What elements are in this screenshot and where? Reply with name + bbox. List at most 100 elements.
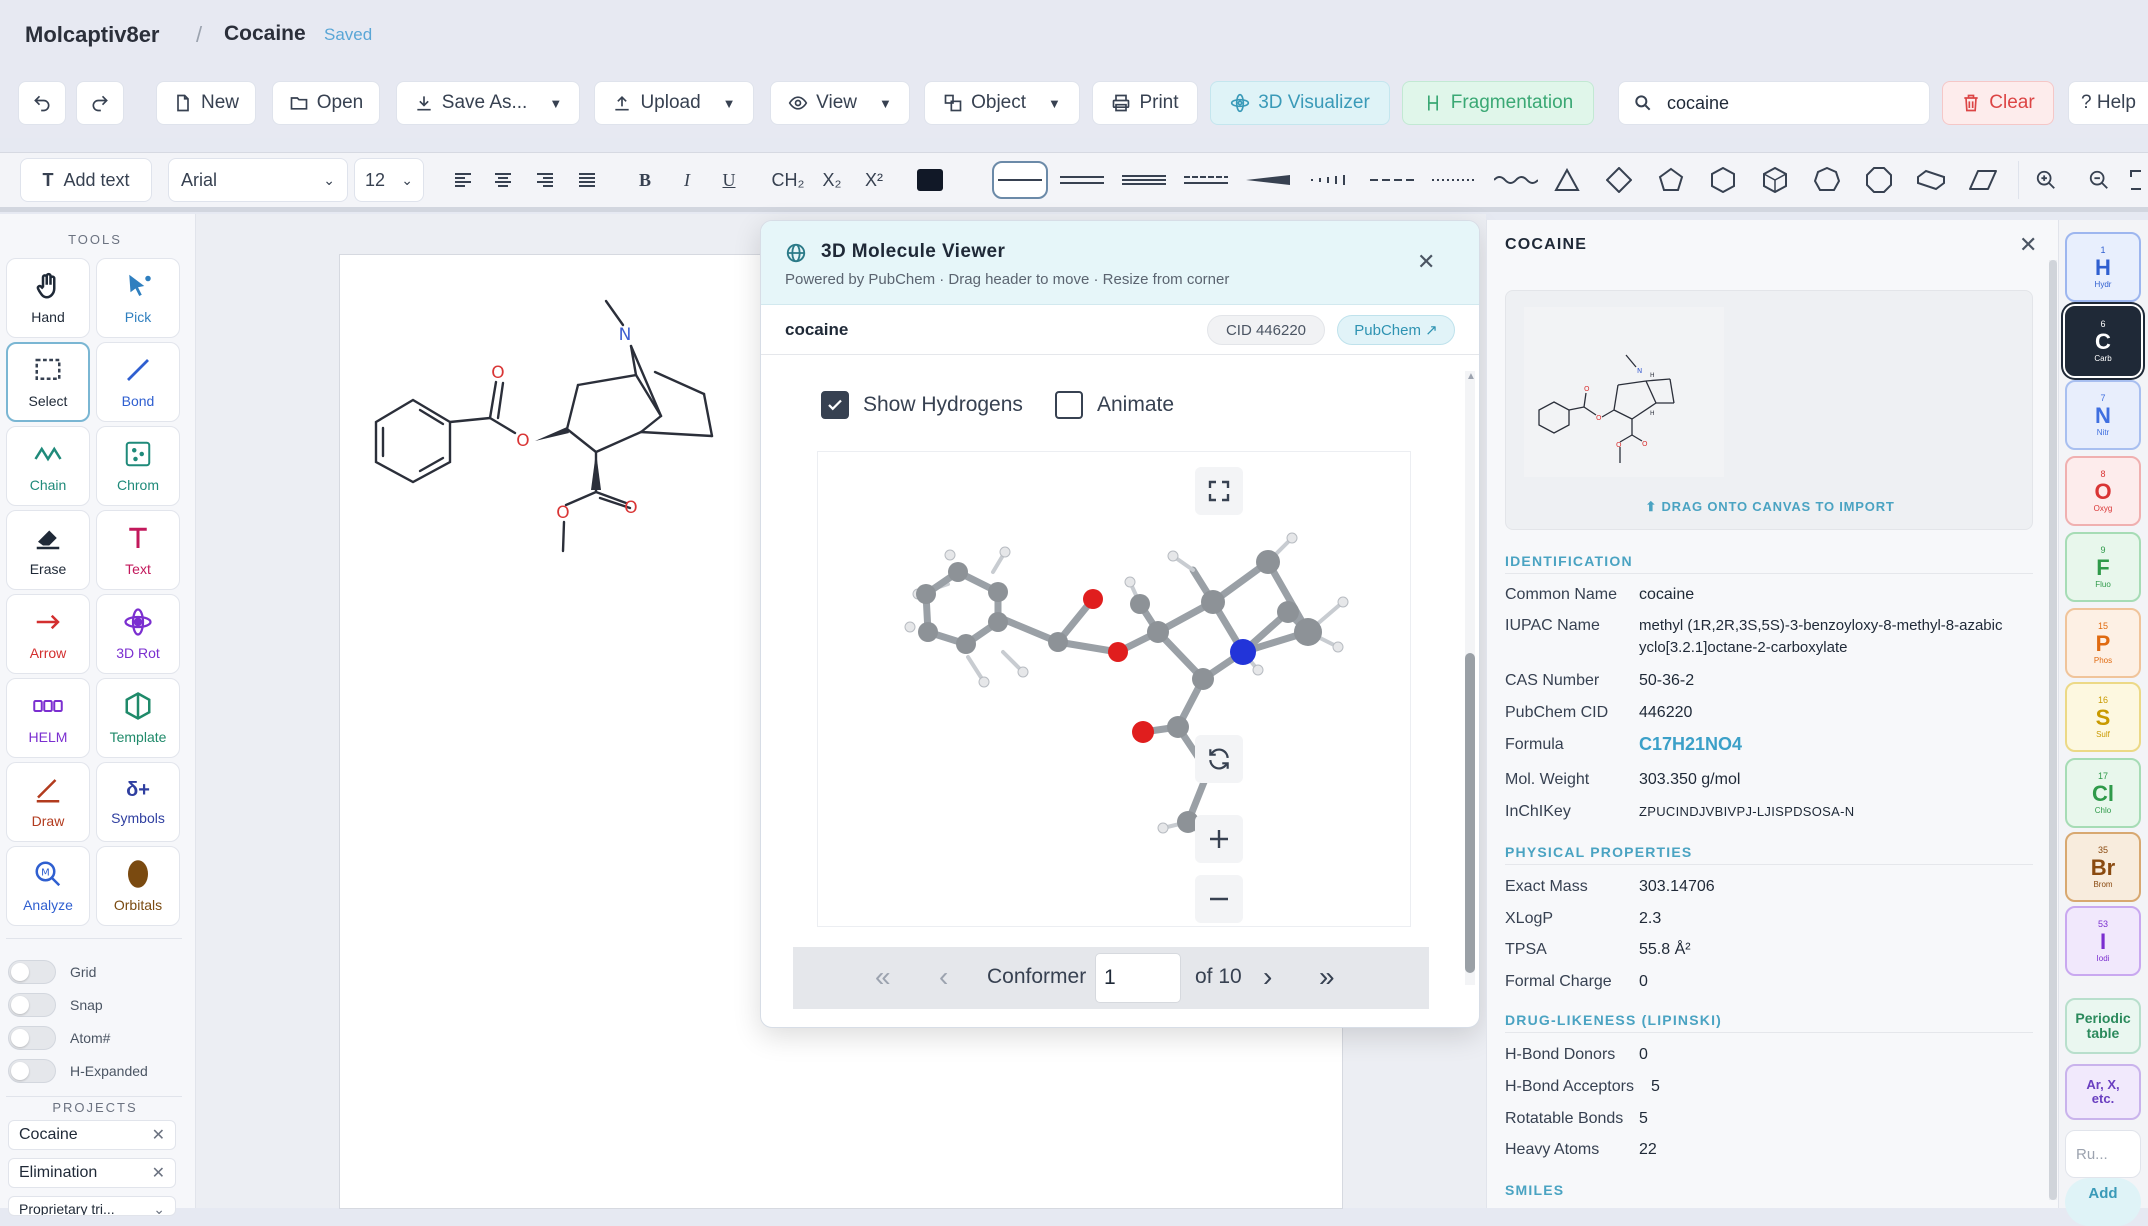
upload-button[interactable]: Upload ▼ bbox=[594, 81, 754, 125]
atom-number-toggle[interactable]: Atom# bbox=[8, 1026, 110, 1050]
fragmentation-button[interactable]: Fragmentation bbox=[1402, 81, 1594, 125]
fullscreen-button[interactable] bbox=[1195, 467, 1243, 515]
cyclohexane-chair-shape[interactable] bbox=[1908, 161, 1954, 199]
3d-visualizer-button[interactable]: 3D Visualizer bbox=[1210, 81, 1390, 125]
dashed-bond-stroke[interactable] bbox=[1364, 161, 1420, 199]
element-o-button[interactable]: 8 O Oxyg bbox=[2065, 456, 2141, 526]
reset-rotation-button[interactable] bbox=[1195, 735, 1243, 783]
view-button[interactable]: View ▼ bbox=[770, 81, 910, 125]
clear-button[interactable]: Clear bbox=[1942, 81, 2054, 125]
element-n-button[interactable]: 7 N Nitr bbox=[2065, 380, 2141, 450]
tool-symbols[interactable]: δ+ Symbols bbox=[96, 762, 180, 842]
viewer-header[interactable]: 3D Molecule Viewer Powered by PubChem · … bbox=[761, 221, 1479, 305]
align-right-button[interactable] bbox=[532, 158, 558, 202]
structure-thumbnail[interactable]: N O O O O H H bbox=[1524, 307, 1724, 477]
conformer-input[interactable]: 1 bbox=[1095, 953, 1181, 1003]
generic-atoms-button[interactable]: Ar, X, etc. bbox=[2065, 1064, 2141, 1120]
cocaine-3d-model[interactable] bbox=[818, 452, 1412, 928]
zoom-out-button[interactable] bbox=[2072, 161, 2126, 199]
3d-render-canvas[interactable] bbox=[817, 451, 1411, 927]
checkbox-unchecked[interactable] bbox=[1055, 391, 1083, 419]
italic-button[interactable]: I bbox=[674, 158, 700, 202]
superscript-button[interactable]: X² bbox=[858, 158, 890, 202]
wedge-bond-stroke[interactable] bbox=[1240, 161, 1296, 199]
tool-helm[interactable]: HELM bbox=[6, 678, 90, 758]
project-item[interactable]: Cocaine ✕ bbox=[8, 1120, 176, 1150]
custom-element-input[interactable]: Ru... bbox=[2065, 1130, 2141, 1178]
h-expanded-toggle[interactable]: H-Expanded bbox=[8, 1059, 148, 1083]
toggle-switch[interactable] bbox=[8, 960, 56, 984]
save-as-button[interactable]: Save As... ▼ bbox=[396, 81, 580, 125]
bold-button[interactable]: B bbox=[632, 158, 658, 202]
snap-toggle[interactable]: Snap bbox=[8, 993, 103, 1017]
close-icon[interactable]: ✕ bbox=[1417, 249, 1435, 275]
tool-hand[interactable]: Hand bbox=[6, 258, 90, 338]
double-bond-stroke[interactable] bbox=[1054, 161, 1110, 199]
dotted-bond-stroke[interactable] bbox=[1426, 161, 1482, 199]
structure-preview-card[interactable]: N O O O O H H ⬆ DRAG ONTO CANVAS TO IMPO… bbox=[1505, 290, 2033, 530]
hexagon-shape[interactable] bbox=[1700, 161, 1746, 199]
3d-molecule-viewer-panel[interactable]: 3D Molecule Viewer Powered by PubChem · … bbox=[760, 220, 1480, 1028]
subscript-button[interactable]: X₂ bbox=[816, 158, 848, 202]
triangle-shape[interactable] bbox=[1544, 161, 1590, 199]
scrollbar-thumb[interactable] bbox=[2049, 260, 2057, 1200]
cube-shape[interactable] bbox=[1752, 161, 1798, 199]
tool-erase[interactable]: Erase bbox=[6, 510, 90, 590]
element-cl-button[interactable]: 17 Cl Chlo bbox=[2065, 758, 2141, 828]
grid-toggle[interactable]: Grid bbox=[8, 960, 96, 984]
tool-analyze[interactable]: M Analyze bbox=[6, 846, 90, 926]
periodic-table-button[interactable]: Periodic table bbox=[2065, 998, 2141, 1054]
element-h-button[interactable]: 1 H Hydr bbox=[2065, 232, 2141, 302]
scroll-up-icon[interactable]: ▲ bbox=[1466, 371, 1476, 382]
toggle-switch[interactable] bbox=[8, 1026, 56, 1050]
print-button[interactable]: Print bbox=[1092, 81, 1198, 125]
help-button[interactable]: ? Help bbox=[2068, 81, 2148, 125]
open-button[interactable]: Open bbox=[272, 81, 380, 125]
viewer-scrollbar[interactable]: ▲ bbox=[1465, 371, 1476, 985]
checkbox-checked[interactable] bbox=[821, 391, 849, 419]
close-icon[interactable]: ✕ bbox=[152, 1125, 165, 1145]
quad-bond-stroke[interactable] bbox=[1178, 161, 1234, 199]
font-family-select[interactable]: Arial ⌄ bbox=[168, 158, 348, 202]
pentagon-shape[interactable] bbox=[1648, 161, 1694, 199]
pubchem-link[interactable]: PubChem ↗ bbox=[1337, 315, 1455, 345]
justify-button[interactable] bbox=[574, 158, 600, 202]
tool-template[interactable]: Template bbox=[96, 678, 180, 758]
undo-button[interactable] bbox=[18, 81, 66, 125]
show-hydrogens-checkbox[interactable]: Show Hydrogens bbox=[821, 391, 1023, 419]
new-button[interactable]: New bbox=[156, 81, 256, 125]
element-p-button[interactable]: 15 P Phos bbox=[2065, 608, 2141, 678]
heptagon-shape[interactable] bbox=[1804, 161, 1850, 199]
tool-3d-rot[interactable]: 3D Rot bbox=[96, 594, 180, 674]
cocaine-2d-structure[interactable]: N O O O O bbox=[340, 255, 740, 595]
viewer-zoom-out-button[interactable] bbox=[1195, 875, 1243, 923]
element-c-button[interactable]: 6 C Carb bbox=[2065, 306, 2141, 376]
wavy-bond-stroke[interactable] bbox=[1488, 161, 1544, 199]
toggle-switch[interactable] bbox=[8, 993, 56, 1017]
element-br-button[interactable]: 35 Br Brom bbox=[2065, 832, 2141, 902]
project-item[interactable]: Elimination ✕ bbox=[8, 1158, 176, 1188]
underline-button[interactable]: U bbox=[716, 158, 742, 202]
scrollbar-thumb[interactable] bbox=[1465, 653, 1475, 973]
element-s-button[interactable]: 16 S Sulf bbox=[2065, 682, 2141, 752]
font-size-select[interactable]: 12 ⌄ bbox=[354, 158, 424, 202]
diamond-shape[interactable] bbox=[1596, 161, 1642, 199]
hash-bond-stroke[interactable] bbox=[1302, 161, 1358, 199]
fit-screen-button[interactable] bbox=[2126, 161, 2148, 199]
zoom-in-button[interactable] bbox=[2018, 161, 2072, 199]
document-title[interactable]: Cocaine bbox=[224, 22, 306, 46]
ch2-button[interactable]: CH₂ bbox=[766, 158, 810, 202]
viewer-zoom-in-button[interactable] bbox=[1195, 815, 1243, 863]
align-left-button[interactable] bbox=[450, 158, 476, 202]
next-conformer-button[interactable]: › bbox=[1263, 961, 1272, 993]
tool-pick[interactable]: Pick bbox=[96, 258, 180, 338]
close-icon[interactable]: ✕ bbox=[2019, 232, 2037, 258]
octagon-shape[interactable] bbox=[1856, 161, 1902, 199]
object-button[interactable]: Object ▼ bbox=[924, 81, 1080, 125]
add-text-button[interactable]: T Add text bbox=[20, 158, 152, 202]
add-element-button[interactable]: Add bbox=[2065, 1178, 2141, 1226]
last-conformer-button[interactable]: » bbox=[1319, 961, 1335, 993]
element-f-button[interactable]: 9 F Fluo bbox=[2065, 532, 2141, 602]
tool-orbitals[interactable]: Orbitals bbox=[96, 846, 180, 926]
element-i-button[interactable]: 53 I Iodi bbox=[2065, 906, 2141, 976]
